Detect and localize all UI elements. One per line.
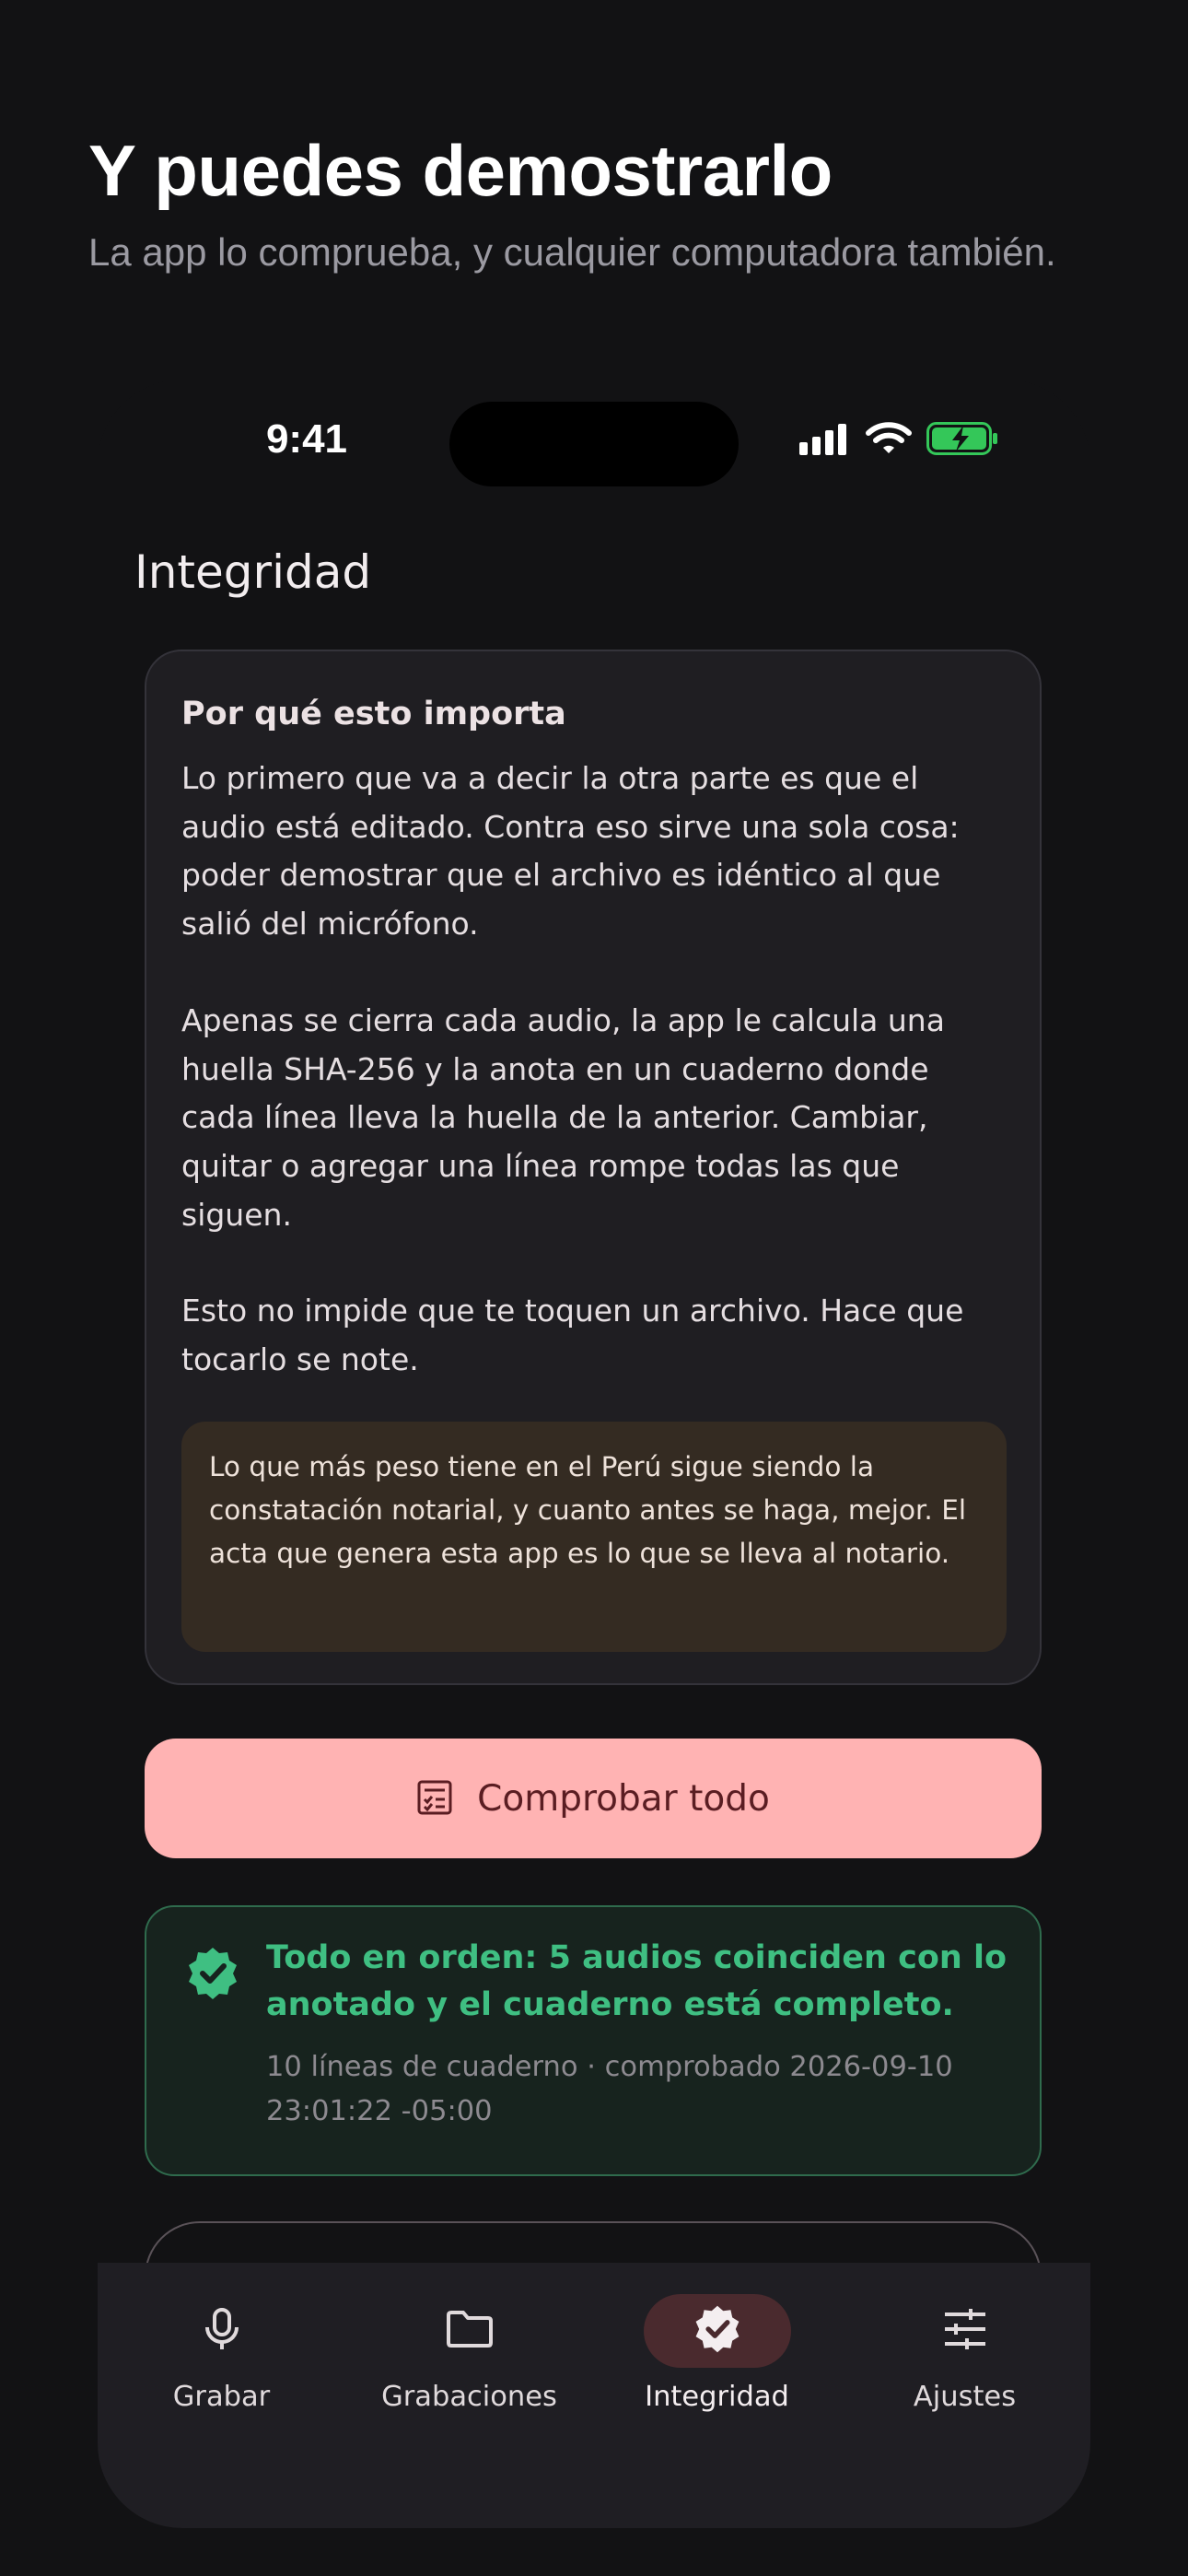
nav-label: Grabar (172, 2381, 271, 2413)
result-title: Todo en orden: 5 audios coinciden con lo… (266, 1939, 1007, 2023)
result-meta: 10 líneas de cuaderno · comprobado 2026-… (266, 2051, 953, 2127)
verified-badge-icon (693, 2304, 742, 2358)
status-icons (799, 422, 1000, 459)
bottom-navigation: Grabar Grabaciones Integridad Ajustes (98, 2263, 1090, 2528)
dynamic-island (449, 402, 739, 486)
folder-icon (446, 2310, 494, 2352)
check-all-button-label: Comprobar todo (477, 1777, 770, 1820)
status-bar: 9:41 (98, 380, 1090, 499)
screen-title: Integridad (134, 545, 372, 599)
info-paragraph: Lo primero que va a decir la otra parte … (181, 760, 960, 943)
check-all-button[interactable]: Comprobar todo (145, 1739, 1042, 1858)
battery-charging-icon (926, 422, 1000, 459)
nav-label: Integridad (645, 2381, 789, 2413)
phone-screen: 9:41 Integridad Por qué esto importa Lo … (98, 380, 1090, 2528)
nav-item-grabar[interactable]: Grabar (98, 2263, 345, 2447)
nav-label: Ajustes (913, 2381, 1017, 2413)
hero-title: Y puedes demostrarlo (88, 130, 833, 211)
microphone-icon (202, 2307, 242, 2355)
notary-note: Lo que más peso tiene en el Perú sigue s… (181, 1422, 1007, 1652)
wifi-icon (866, 422, 912, 459)
verified-badge-icon (185, 1946, 240, 2005)
info-paragraph: Apenas se cierra cada audio, la app le c… (181, 1001, 945, 1233)
info-card-title: Por qué esto importa (181, 696, 566, 732)
info-card: Por qué esto importa Lo primero que va a… (145, 650, 1042, 1685)
checklist-icon (416, 1779, 453, 1819)
sliders-icon (942, 2308, 988, 2354)
nav-label: Grabaciones (381, 2381, 557, 2413)
info-paragraph: Esto no impide que te toquen un archivo.… (181, 1293, 964, 1378)
signal-icon (799, 422, 851, 459)
result-card: Todo en orden: 5 audios coinciden con lo… (145, 1905, 1042, 2176)
nav-item-ajustes[interactable]: Ajustes (841, 2263, 1089, 2447)
nav-item-integridad[interactable]: Integridad (593, 2263, 841, 2447)
nav-item-grabaciones[interactable]: Grabaciones (345, 2263, 593, 2447)
hero-subtitle: La app lo comprueba, y cualquier computa… (88, 230, 1056, 274)
status-time: 9:41 (265, 416, 348, 462)
